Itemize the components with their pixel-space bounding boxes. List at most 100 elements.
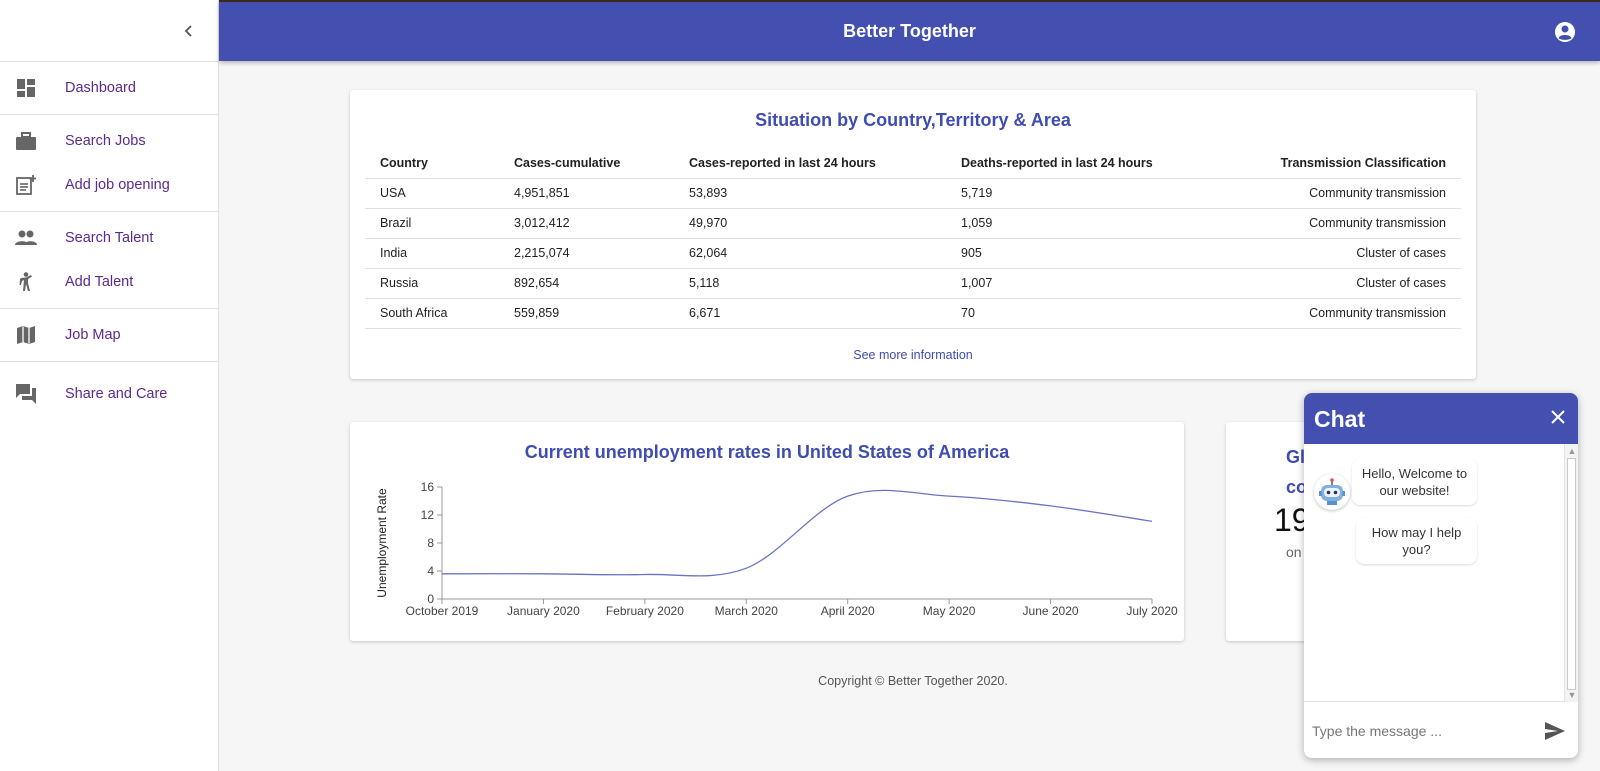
column-header: Transmission Classification	[1206, 148, 1461, 179]
table-cell: 892,654	[499, 268, 674, 299]
column-header: Country	[365, 148, 499, 179]
nav-group-community: Share and Care	[0, 362, 218, 420]
dashboard-icon	[15, 77, 37, 99]
table-header-row: Country Cases-cumulative Cases-reported …	[365, 148, 1461, 179]
send-icon[interactable]	[1544, 721, 1566, 741]
table-cell: 1,007	[946, 268, 1206, 299]
people-icon	[15, 227, 37, 249]
chat-input-bar	[1304, 702, 1578, 758]
sidebar-item-job-map[interactable]: Job Map	[0, 313, 218, 357]
chevron-left-icon[interactable]	[178, 20, 200, 42]
y-tick-label: 8	[427, 536, 434, 550]
nav-group-map: Job Map	[0, 309, 218, 362]
table-cell: 62,064	[674, 238, 946, 269]
sidebar-item-search-talent[interactable]: Search Talent	[0, 216, 218, 260]
x-tick-label: January 2020	[507, 604, 580, 618]
y-tick-label: 4	[427, 564, 434, 578]
nav-group-main: Dashboard	[0, 62, 218, 115]
sidebar-item-label: Search Talent	[65, 230, 154, 246]
table-cell: Cluster of cases	[1206, 238, 1461, 269]
sidebar-item-add-job-opening[interactable]: Add job opening	[0, 163, 218, 207]
table-cell: 905	[946, 238, 1206, 269]
situation-card: Situation by Country,Territory & Area Co…	[350, 90, 1476, 379]
close-icon[interactable]	[1548, 407, 1568, 427]
sidebar-item-label: Add Talent	[65, 274, 134, 290]
table-cell: South Africa	[365, 298, 499, 329]
table-cell: 2,215,074	[499, 238, 674, 269]
table-cell: 6,671	[674, 298, 946, 329]
chat-scrollbar[interactable]: ▲ ▼	[1564, 444, 1578, 702]
unemployment-chart-card: Current unemployment rates in United Sta…	[350, 422, 1184, 641]
table-cell: Community transmission	[1206, 208, 1461, 239]
chat-message-input[interactable]	[1312, 720, 1532, 742]
x-tick-label: March 2020	[715, 604, 779, 618]
scrollbar-thumb[interactable]	[1567, 458, 1576, 690]
nav-group-talent: Search Talent Add Talent	[0, 212, 218, 309]
chat-message: How may I help you?	[1356, 518, 1477, 564]
sidebar-item-label: Add job opening	[65, 177, 170, 193]
chat-header: Chat	[1304, 393, 1578, 444]
column-header: Cases-cumulative	[499, 148, 674, 179]
forum-icon	[15, 383, 37, 405]
sidebar-item-dashboard[interactable]: Dashboard	[0, 66, 218, 110]
x-tick-label: February 2020	[606, 604, 684, 618]
briefcase-icon	[15, 130, 37, 152]
column-header: Deaths-reported in last 24 hours	[946, 148, 1206, 179]
table-cell: 53,893	[674, 178, 946, 209]
sidebar-item-label: Share and Care	[65, 386, 168, 402]
scroll-up-icon[interactable]: ▲	[1567, 446, 1577, 456]
x-tick-label: April 2020	[821, 604, 875, 618]
sidebar-item-label: Search Jobs	[65, 133, 146, 149]
table-cell: 70	[946, 298, 1206, 329]
table-cell: Brazil	[365, 208, 499, 239]
x-tick-label: July 2020	[1126, 604, 1178, 618]
table-cell: India	[365, 238, 499, 269]
map-icon	[15, 324, 37, 346]
robot-icon	[1314, 474, 1350, 510]
app-title: Better Together	[843, 21, 976, 41]
app-bar: Better Together	[219, 0, 1600, 61]
see-more-link[interactable]: See more information	[350, 348, 1476, 362]
nav-group-jobs: Search Jobs Add job opening	[0, 115, 218, 212]
sidebar-item-share-and-care[interactable]: Share and Care	[0, 372, 218, 416]
scroll-down-icon[interactable]: ▼	[1567, 690, 1577, 700]
chat-message: Hello, Welcome to our website!	[1352, 459, 1477, 505]
x-tick-label: October 2019	[406, 604, 479, 618]
table-cell: 559,859	[499, 298, 674, 329]
chat-messages: Hello, Welcome to our website! How may I…	[1304, 444, 1578, 702]
post-add-icon	[15, 174, 37, 196]
unemployment-series-line	[441, 489, 1153, 577]
chat-widget: Chat Hello, Welcome to our website! How …	[1304, 393, 1578, 758]
y-tick-label: 12	[421, 508, 435, 522]
table-cell: Community transmission	[1206, 298, 1461, 329]
x-tick-label: June 2020	[1023, 604, 1079, 618]
account-circle-icon[interactable]	[1554, 21, 1576, 43]
chat-title: Chat	[1314, 406, 1366, 432]
x-tick-label: May 2020	[923, 604, 976, 618]
table-row: USA 4,951,851 53,893 5,719 Community tra…	[365, 178, 1461, 209]
table-cell: Russia	[365, 268, 499, 299]
table-row: India 2,215,074 62,064 905 Cluster of ca…	[365, 238, 1461, 269]
sidebar-item-label: Dashboard	[65, 80, 136, 96]
table-cell: Community transmission	[1206, 178, 1461, 209]
table-cell: 5,719	[946, 178, 1206, 209]
sidebar-item-label: Job Map	[65, 327, 121, 343]
situation-table: Country Cases-cumulative Cases-reported …	[365, 148, 1461, 329]
column-header: Cases-reported in last 24 hours	[674, 148, 946, 179]
person-add-icon	[15, 271, 37, 293]
sidebar-item-search-jobs[interactable]: Search Jobs	[0, 119, 218, 163]
table-row: Brazil 3,012,412 49,970 1,059 Community …	[365, 208, 1461, 239]
unemployment-chart: 0481216October 2019 January 2020 February …	[375, 480, 1178, 618]
table-cell: 4,951,851	[499, 178, 674, 209]
table-row: South Africa 559,859 6,671 70 Community …	[365, 298, 1461, 329]
global-subtext: on	[1286, 544, 1302, 560]
sidebar-item-add-talent[interactable]: Add Talent	[0, 260, 218, 304]
table-row: Russia 892,654 5,118 1,007 Cluster of ca…	[365, 268, 1461, 299]
y-axis-label: Unemployment Rate	[375, 488, 389, 598]
sidebar-header	[0, 0, 218, 62]
table-cell: 1,059	[946, 208, 1206, 239]
sidebar: Dashboard Search Jobs Add job opening Se…	[0, 0, 219, 771]
table-cell: Cluster of cases	[1206, 268, 1461, 299]
table-cell: USA	[365, 178, 499, 209]
situation-title: Situation by Country,Territory & Area	[755, 110, 1071, 130]
